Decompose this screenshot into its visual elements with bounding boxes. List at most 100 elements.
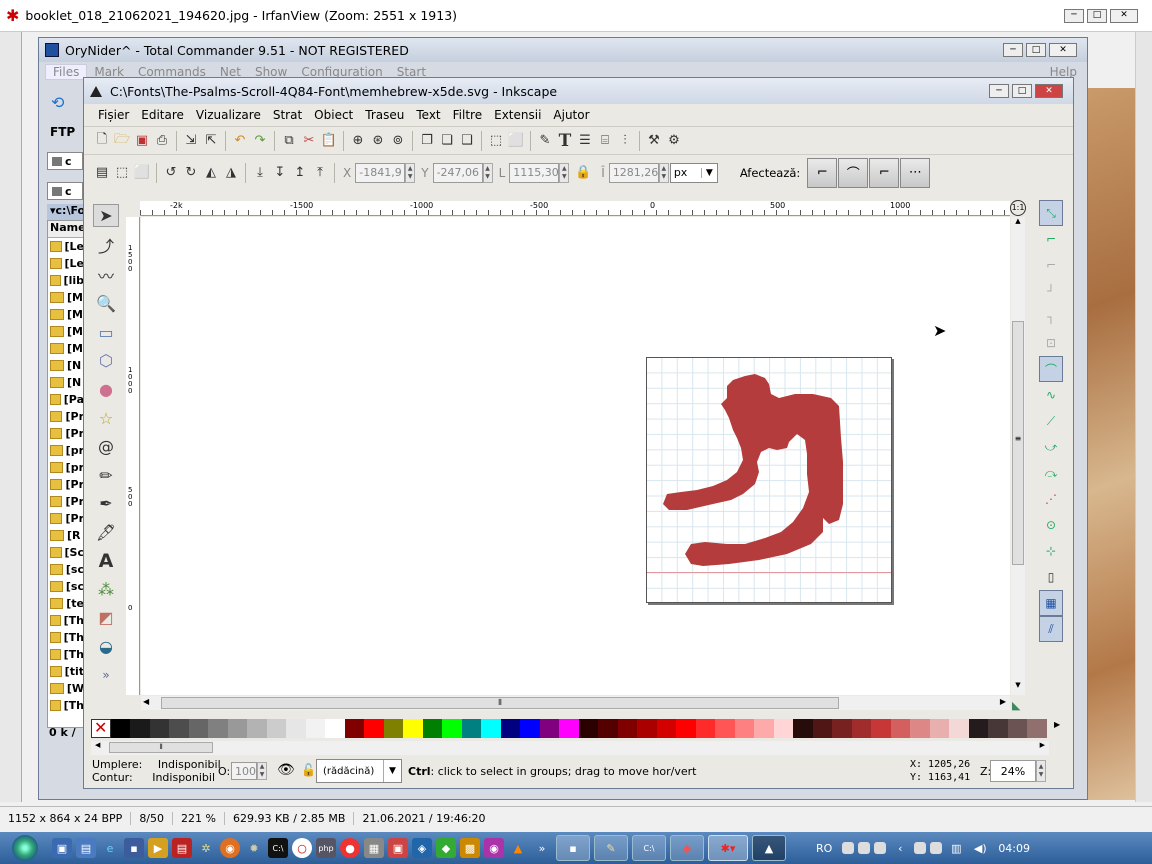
text-tool-icon[interactable]: A xyxy=(93,549,119,572)
transform-patterns-button[interactable]: ⋯ xyxy=(900,157,931,188)
color-swatch[interactable] xyxy=(637,719,657,738)
document-properties-icon[interactable]: ⚙ xyxy=(664,131,684,151)
tc-column-name[interactable]: Name xyxy=(48,221,86,238)
file-list-item[interactable]: [Le xyxy=(48,238,84,255)
cut-icon[interactable]: ✂ xyxy=(299,131,319,151)
snap-rotation-center-icon[interactable]: ⊹ xyxy=(1039,538,1063,564)
taskbar-media-icon[interactable]: ▶ xyxy=(148,838,168,858)
tc-drive-button-2[interactable]: c xyxy=(47,182,83,200)
ellipse-tool-icon[interactable]: ● xyxy=(93,378,119,401)
rotate-ccw-icon[interactable]: ↺ xyxy=(161,163,181,183)
color-swatch[interactable] xyxy=(559,719,579,738)
new-document-icon[interactable]: 🗋 xyxy=(92,131,112,151)
align-distribute-icon[interactable]: ⫶ xyxy=(615,131,635,151)
deselect-icon[interactable]: ⬜ xyxy=(132,163,152,183)
snap-center-icon[interactable]: ⊙ xyxy=(1039,512,1063,538)
tweak-tool-icon[interactable]: 〰 xyxy=(93,263,119,287)
spiral-tool-icon[interactable]: @ xyxy=(93,435,119,458)
color-swatch[interactable] xyxy=(851,719,871,738)
color-swatch[interactable] xyxy=(422,719,442,738)
color-swatch[interactable] xyxy=(1007,719,1027,738)
canvas-vscrollbar[interactable]: ▲ ≡ ▼ xyxy=(1011,217,1025,695)
document-page[interactable] xyxy=(646,357,892,603)
zoom-spinner[interactable]: ▲ ▼ xyxy=(1036,760,1046,782)
y-spinner[interactable]: ▲ ▼ xyxy=(482,162,493,183)
taskbar-app-icon[interactable]: ▩ xyxy=(460,838,480,858)
taskbar-app-icon[interactable]: ▣ xyxy=(388,838,408,858)
paste-icon[interactable]: 📋 xyxy=(319,131,339,151)
color-swatch[interactable] xyxy=(656,719,676,738)
export-icon[interactable]: ⇱ xyxy=(201,131,221,151)
duplicate-icon[interactable]: ⧉ xyxy=(279,131,299,151)
tc-drive-button-1[interactable]: c xyxy=(47,152,83,170)
taskbar-cmd-icon[interactable]: C:\ xyxy=(268,838,288,858)
layers-icon[interactable]: ☰ xyxy=(575,131,595,151)
file-list-item[interactable]: [M xyxy=(48,306,84,323)
rotate-cw-icon[interactable]: ↻ xyxy=(181,163,201,183)
vscroll-up-icon[interactable]: ▲ xyxy=(1011,217,1025,231)
snap-cusp-icon[interactable]: ⤻ xyxy=(1039,434,1063,460)
layer-visibility-eye-icon[interactable]: 👁 xyxy=(277,762,295,778)
snap-midpoint-icon[interactable]: ⋰ xyxy=(1039,486,1063,512)
taskbar-running-notepad[interactable]: ✎ xyxy=(594,835,628,861)
group-icon[interactable]: ⬚ xyxy=(486,131,506,151)
calligraphy-tool-icon[interactable]: 🖋 xyxy=(93,521,119,544)
taskbar-running-inkscape[interactable]: ▲ xyxy=(752,835,786,861)
file-list-item[interactable]: [Pr xyxy=(48,408,84,425)
tray-network-icon[interactable] xyxy=(858,842,871,854)
file-list-item[interactable]: [Th xyxy=(48,629,84,646)
drawing-canvas[interactable]: ➤ xyxy=(141,217,1010,695)
color-swatch[interactable] xyxy=(890,719,910,738)
tc-menu-files[interactable]: Files xyxy=(45,64,88,80)
zoom-drawing-icon[interactable]: ⊛ xyxy=(368,131,388,151)
taskbar-ie-icon[interactable]: e xyxy=(100,838,120,858)
taskbar-app-icon[interactable]: ◆ xyxy=(436,838,456,858)
spray-tool-icon[interactable]: ⁂ xyxy=(93,578,119,601)
tray-app-icon[interactable] xyxy=(914,842,927,854)
snap-guide-icon[interactable]: ⫽ xyxy=(1039,616,1063,642)
flip-vertical-icon[interactable]: ◮ xyxy=(221,163,241,183)
select-original-icon[interactable]: ❑ xyxy=(457,131,477,151)
stroke-value[interactable]: Indisponibil xyxy=(152,771,215,784)
color-swatch[interactable] xyxy=(442,719,462,738)
layer-lock-icon[interactable]: 🔓 xyxy=(301,763,316,777)
tc-file-list[interactable]: Name [Le [Le [lib [M [M [M [M [N [N [Pa [Pr [Pr [pr[… xyxy=(47,220,86,728)
file-list-item[interactable]: [Pr xyxy=(48,425,84,442)
color-swatch[interactable] xyxy=(286,719,306,738)
3d-box-tool-icon[interactable]: ⬡ xyxy=(93,350,119,373)
taskbar-pdf-icon[interactable]: ▤ xyxy=(172,838,192,858)
vscroll-thumb[interactable]: ≡ xyxy=(1012,321,1024,565)
tc-ftp-button[interactable]: FTP xyxy=(50,125,75,139)
ink-minimize-button[interactable]: ─ xyxy=(989,84,1009,98)
file-list-item[interactable]: [te xyxy=(48,595,84,612)
color-swatch[interactable] xyxy=(1027,719,1047,738)
taskbar-gimp-icon[interactable]: ✹ xyxy=(244,838,264,858)
width-spinner[interactable]: ▲ ▼ xyxy=(559,162,570,183)
snap-path-icon[interactable]: ∿ xyxy=(1039,382,1063,408)
color-swatch[interactable] xyxy=(383,719,403,738)
tc-maximize-button[interactable]: □ xyxy=(1026,43,1046,57)
snap-page-border-icon[interactable]: ▯ xyxy=(1039,564,1063,590)
ink-menu-object[interactable]: Obiect xyxy=(308,108,359,122)
x-spinner[interactable]: ▲ ▼ xyxy=(405,162,416,183)
color-swatch[interactable] xyxy=(149,719,169,738)
file-list-item[interactable]: [Th xyxy=(48,697,84,714)
color-swatch[interactable] xyxy=(325,719,345,738)
file-list-item[interactable]: [pr xyxy=(48,442,84,459)
lower-bottom-icon[interactable]: ⤓ xyxy=(250,163,270,183)
ink-menu-text[interactable]: Text xyxy=(410,108,446,122)
color-swatch[interactable] xyxy=(695,719,715,738)
color-swatch[interactable] xyxy=(988,719,1008,738)
snap-toggle-icon[interactable]: ⤡ xyxy=(1039,200,1063,226)
snap-grid-icon[interactable]: ▦ xyxy=(1039,590,1063,616)
save-icon[interactable]: ▣ xyxy=(132,131,152,151)
irfan-scrollbar[interactable] xyxy=(1135,32,1152,802)
file-list-item[interactable]: [M xyxy=(48,323,84,340)
eraser-tool-icon[interactable]: ◩ xyxy=(93,606,119,629)
open-file-icon[interactable]: 🗁 xyxy=(112,131,132,151)
undo-icon[interactable]: ↶ xyxy=(230,131,250,151)
y-field[interactable]: -247,06 xyxy=(432,162,483,183)
file-list-item[interactable]: [Th xyxy=(48,646,84,663)
file-list-item[interactable]: [Sc xyxy=(48,544,84,561)
taskbar-php-icon[interactable]: php xyxy=(316,838,336,858)
